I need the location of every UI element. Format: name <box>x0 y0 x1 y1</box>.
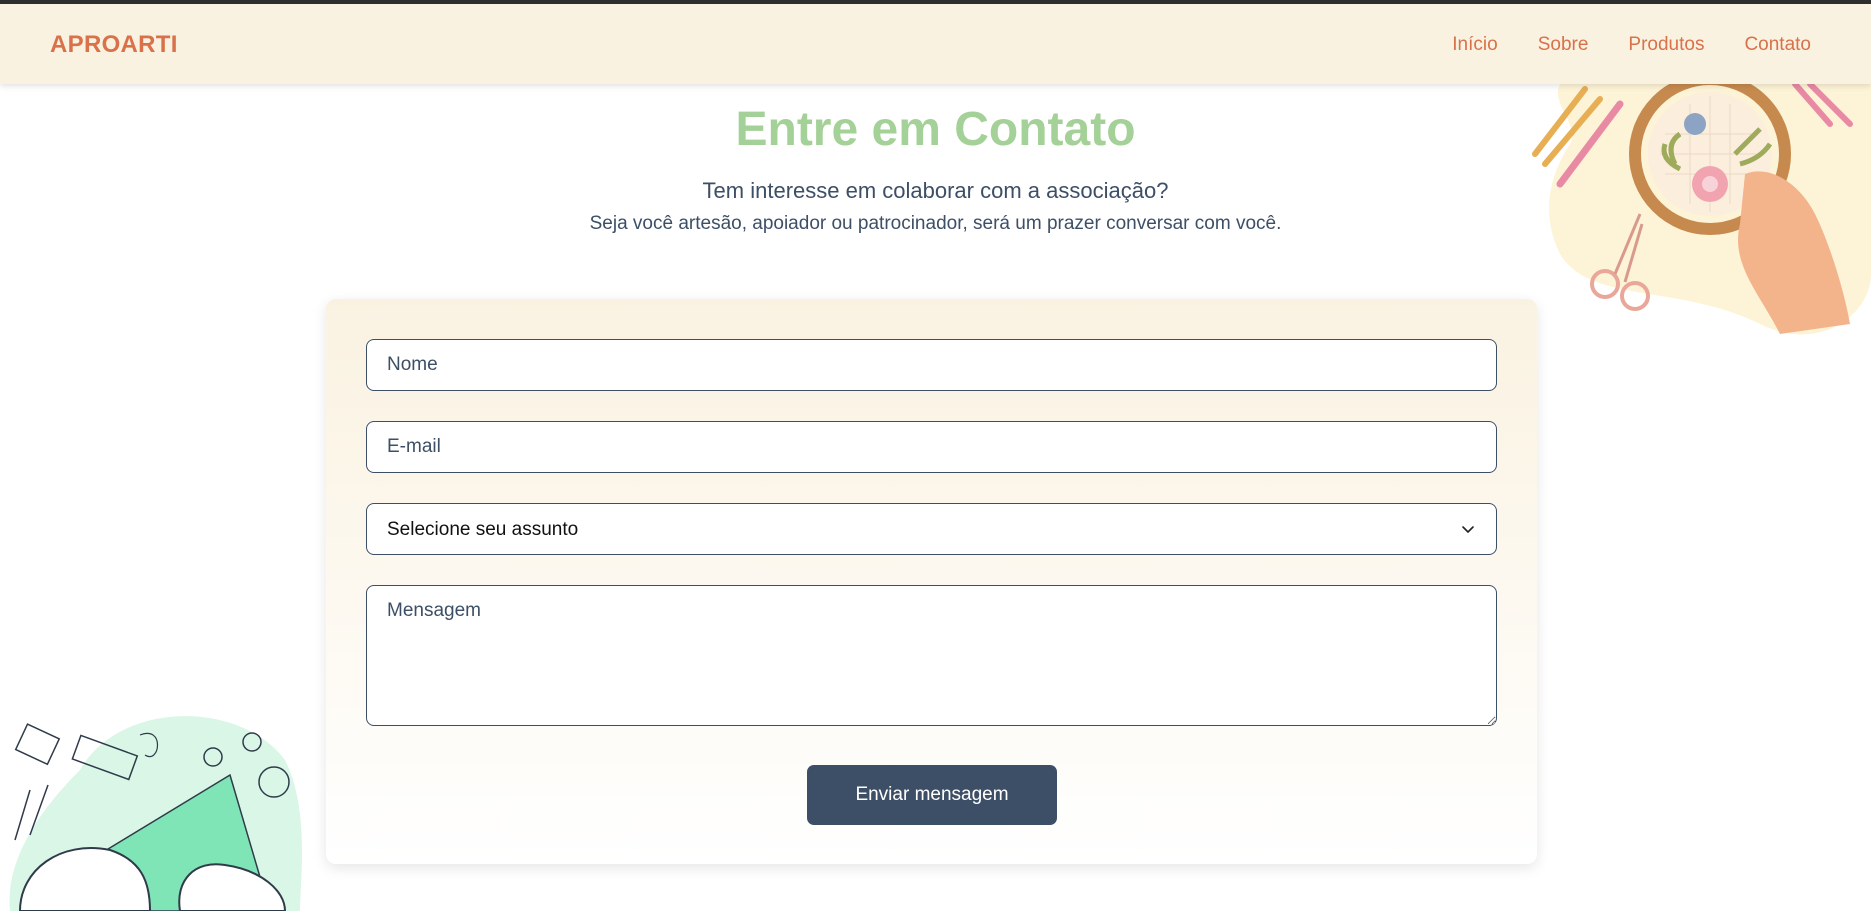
page-title: Entre em Contato <box>735 103 1136 156</box>
brand-logo[interactable]: APROARTI <box>50 31 178 59</box>
subject-select-value: Selecione seu assunto <box>387 519 579 540</box>
email-input[interactable] <box>366 421 1497 473</box>
send-message-button[interactable]: Enviar mensagem <box>807 765 1057 825</box>
contact-form: Selecione seu assunto Enviar mensagem <box>326 299 1537 864</box>
page-subtitle: Tem interesse em colaborar com a associa… <box>702 178 1169 203</box>
navbar: APROARTI Início Sobre Produtos Contato <box>0 4 1871 84</box>
nav-link-contato[interactable]: Contato <box>1744 34 1811 56</box>
nav-links: Início Sobre Produtos Contato <box>1452 34 1811 56</box>
nav-link-produtos[interactable]: Produtos <box>1628 34 1704 56</box>
sewing-illustration <box>9 716 302 911</box>
page-description: Seja você artesão, apoiador ou patrocina… <box>589 213 1282 234</box>
nav-link-inicio[interactable]: Início <box>1452 34 1497 56</box>
name-input[interactable] <box>366 339 1497 391</box>
nav-link-sobre[interactable]: Sobre <box>1538 34 1589 56</box>
chevron-down-icon <box>1462 526 1474 533</box>
message-textarea[interactable] <box>366 585 1497 726</box>
subject-select[interactable]: Selecione seu assunto <box>366 503 1497 555</box>
